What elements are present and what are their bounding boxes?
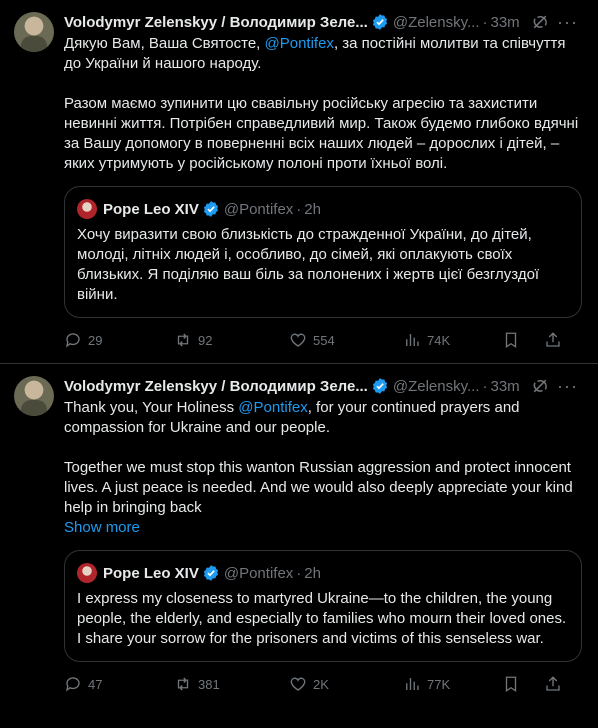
more-options-icon[interactable]: ··· bbox=[557, 376, 578, 397]
quote-author-name: Pope Leo XIV bbox=[103, 564, 199, 582]
repost-button[interactable]: 92 bbox=[174, 331, 289, 349]
share-button[interactable] bbox=[544, 675, 568, 693]
share-icon bbox=[546, 332, 560, 347]
tweet-text-part: , за постійні молитви та співчуття до Ук… bbox=[64, 35, 579, 172]
tweet[interactable]: ··· Volodymyr Zelenskyy / Володимир Зеле… bbox=[0, 364, 598, 728]
tweet-time[interactable]: 33m bbox=[491, 14, 520, 31]
views-count: 74K bbox=[427, 332, 451, 348]
author-avatar[interactable] bbox=[14, 12, 54, 52]
show-more-link[interactable]: Show more bbox=[64, 518, 582, 538]
reply-icon bbox=[65, 677, 80, 692]
like-button[interactable]: 2K bbox=[289, 675, 403, 693]
tweet-header: Volodymyr Zelenskyy / Володимир Зеле... … bbox=[64, 12, 582, 32]
quote-author-handle: @Pontifex bbox=[223, 564, 294, 582]
tweet-text-part: , for your continued prayers and compass… bbox=[64, 399, 573, 516]
grok-icon[interactable] bbox=[530, 12, 550, 32]
separator-dot: · bbox=[296, 564, 302, 582]
quote-author-name: Pope Leo XIV bbox=[103, 200, 199, 218]
more-options-icon[interactable]: ··· bbox=[557, 12, 578, 33]
like-count: 2K bbox=[313, 676, 329, 692]
views-count: 77K bbox=[427, 676, 451, 692]
reply-button[interactable]: 47 bbox=[64, 675, 174, 693]
author-name[interactable]: Volodymyr Zelenskyy / Володимир Зеле... bbox=[64, 14, 368, 31]
tweet-actions: 47 381 2K 77K bbox=[64, 674, 582, 694]
quote-header: Pope Leo XIV @Pontifex · 2h bbox=[77, 563, 569, 583]
reply-button[interactable]: 29 bbox=[64, 331, 174, 349]
share-icon bbox=[546, 676, 560, 691]
bookmark-button[interactable] bbox=[502, 331, 526, 349]
author-handle[interactable]: @Zelensky... bbox=[393, 378, 480, 395]
views-button[interactable]: 74K bbox=[403, 331, 499, 349]
quote-header: Pope Leo XIV @Pontifex · 2h bbox=[77, 199, 569, 219]
like-icon bbox=[290, 677, 306, 691]
verified-badge-icon[interactable] bbox=[371, 377, 389, 395]
tweet-header: Volodymyr Zelenskyy / Володимир Зеле... … bbox=[64, 376, 582, 396]
verified-badge-icon[interactable] bbox=[371, 13, 389, 31]
reply-count: 29 bbox=[88, 332, 103, 348]
separator-dot: · bbox=[482, 377, 488, 395]
tweet-text: Thank you, Your Holiness @Pontifex, for … bbox=[64, 398, 582, 518]
reply-icon bbox=[65, 333, 80, 348]
separator-dot: · bbox=[296, 200, 302, 218]
share-button[interactable] bbox=[544, 331, 568, 349]
quoted-tweet[interactable]: Pope Leo XIV @Pontifex · 2h I express my… bbox=[64, 550, 582, 662]
mention-link[interactable]: @Pontifex bbox=[265, 35, 334, 52]
views-button[interactable]: 77K bbox=[403, 675, 499, 693]
author-handle[interactable]: @Zelensky... bbox=[393, 14, 480, 31]
bookmark-icon bbox=[505, 332, 517, 349]
separator-dot: · bbox=[482, 13, 488, 31]
quote-text: Хочу виразити свою близькість до стражде… bbox=[77, 226, 540, 303]
quote-time: 2h bbox=[304, 200, 321, 218]
repost-icon bbox=[177, 333, 189, 347]
views-icon bbox=[406, 678, 419, 690]
repost-count: 381 bbox=[198, 676, 220, 692]
mention-link[interactable]: @Pontifex bbox=[238, 399, 307, 416]
quote-author-avatar bbox=[77, 563, 97, 583]
quote-author-handle: @Pontifex bbox=[223, 200, 294, 218]
repost-count: 92 bbox=[198, 332, 213, 348]
tweet-text-part: Thank you, Your Holiness bbox=[64, 399, 239, 416]
author-avatar[interactable] bbox=[14, 376, 54, 416]
quote-author-avatar bbox=[77, 199, 97, 219]
tweet-text: Дякую Вам, Ваша Святосте, @Pontifex, за … bbox=[64, 34, 582, 174]
tweet-actions: 29 92 554 74K bbox=[64, 330, 582, 350]
tweet-text-part: Дякую Вам, Ваша Святосте, bbox=[64, 35, 265, 52]
repost-button[interactable]: 381 bbox=[174, 675, 289, 693]
reply-count: 47 bbox=[88, 676, 103, 692]
author-name[interactable]: Volodymyr Zelenskyy / Володимир Зеле... bbox=[64, 378, 368, 395]
views-icon bbox=[406, 334, 419, 346]
like-button[interactable]: 554 bbox=[289, 331, 403, 349]
verified-badge-icon bbox=[203, 565, 218, 581]
bookmark-icon bbox=[505, 676, 517, 693]
bookmark-button[interactable] bbox=[502, 675, 526, 693]
like-count: 554 bbox=[313, 332, 335, 348]
tweet-time[interactable]: 33m bbox=[491, 378, 520, 395]
tweet[interactable]: ··· Volodymyr Zelenskyy / Володимир Зеле… bbox=[0, 0, 598, 364]
quote-time: 2h bbox=[304, 564, 321, 582]
repost-icon bbox=[177, 677, 189, 691]
like-icon bbox=[290, 333, 306, 347]
verified-badge-icon bbox=[203, 201, 218, 217]
grok-icon[interactable] bbox=[530, 376, 550, 396]
quote-text: I express my closeness to martyred Ukrai… bbox=[77, 590, 567, 647]
quoted-tweet[interactable]: Pope Leo XIV @Pontifex · 2h Хочу виразит… bbox=[64, 186, 582, 318]
